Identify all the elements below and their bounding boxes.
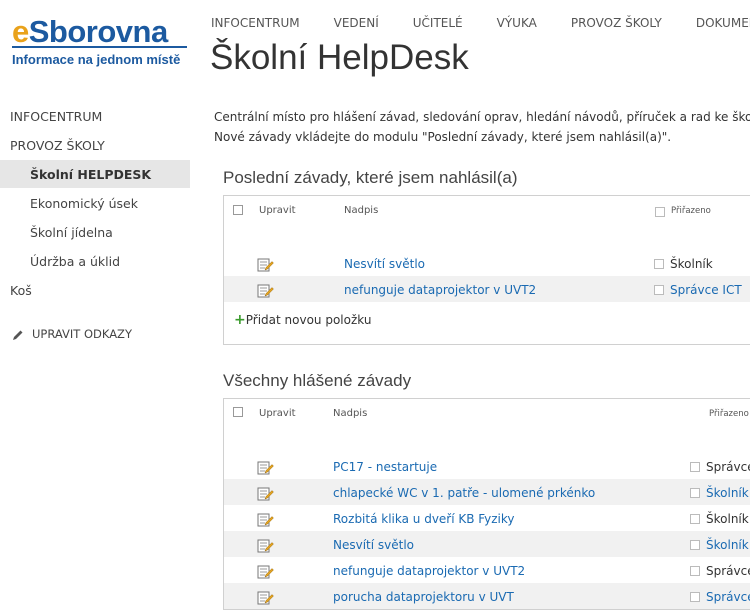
my-issues-title[interactable]: Poslední závady, které jsem nahlásil(a) [223, 168, 518, 188]
row-checkbox[interactable] [690, 540, 700, 550]
row-checkbox[interactable] [690, 566, 700, 576]
page-title: Školní HelpDesk [210, 38, 469, 77]
assigned-value-link[interactable]: Správce [706, 589, 750, 605]
row-checkbox[interactable] [654, 259, 664, 269]
issue-title-link[interactable]: Nesvítí světlo [333, 537, 414, 553]
assigned-value: Školník [670, 257, 713, 271]
add-item-button[interactable]: +Přidat novou položku [234, 309, 371, 328]
edit-item-icon[interactable] [257, 590, 274, 605]
assigned-header-checkbox[interactable] [655, 207, 665, 217]
assigned-value: Správce [706, 564, 750, 578]
all-issues-title[interactable]: Všechny hlášené závady [223, 371, 411, 391]
topnav-vedeni[interactable]: VEDENÍ [334, 15, 379, 31]
leftnav-item-udrzba[interactable]: Údržba a úklid [30, 254, 120, 270]
leftnav-item-helpdesk[interactable]: Školní HELPDESK [30, 167, 151, 183]
leftnav-item-ekonomicky-usek[interactable]: Ekonomický úsek [30, 196, 138, 212]
logo-text: Sborovna [28, 14, 168, 49]
description-line-2: Nové závady vkládejte do modulu "Posledn… [214, 130, 672, 144]
row-checkbox[interactable] [690, 462, 700, 472]
edit-item-icon[interactable] [257, 283, 274, 298]
column-header-assigned[interactable]: Přiřazeno [709, 409, 749, 419]
leftnav-item-kos[interactable]: Koš [10, 283, 32, 299]
row-checkbox[interactable] [690, 592, 700, 602]
assigned-value-link[interactable]: Správce ICT [670, 282, 742, 298]
topnav-ucitele[interactable]: UČITELÉ [413, 15, 463, 31]
issue-title-link[interactable]: Rozbitá klika u dveří KB Fyziky [333, 511, 514, 527]
logo-tagline: Informace na jednom místě [12, 52, 181, 67]
edit-item-icon[interactable] [257, 486, 274, 501]
select-all-checkbox[interactable] [233, 407, 243, 417]
plus-icon: + [234, 312, 246, 328]
description-line-1: Centrální místo pro hlášení závad, sledo… [214, 110, 750, 124]
issue-title-link[interactable]: nefunguje dataprojektor v UVT2 [333, 563, 525, 579]
edit-links-button[interactable]: UPRAVIT ODKAZY [32, 326, 132, 342]
row-checkbox[interactable] [690, 514, 700, 524]
leftnav-item-infocentrum[interactable]: INFOCENTRUM [10, 109, 102, 125]
edit-item-icon[interactable] [257, 257, 274, 272]
site-logo[interactable]: eSborovna [12, 14, 168, 50]
assigned-value: Školník [706, 512, 749, 526]
assigned-value-link[interactable]: Školník [706, 537, 749, 553]
issue-title-link[interactable]: chlapecké WC v 1. patře - ulomené prkénk… [333, 485, 595, 501]
logo-e: e [12, 14, 29, 49]
table-row-alt-bg [224, 531, 750, 557]
issue-title-link[interactable]: Nesvítí světlo [344, 256, 425, 272]
edit-item-icon[interactable] [257, 460, 274, 475]
select-all-checkbox[interactable] [233, 205, 243, 215]
leftnav-item-provoz-skoly[interactable]: PROVOZ ŠKOLY [10, 138, 105, 154]
column-header-assigned[interactable]: Přiřazeno [671, 206, 711, 216]
add-item-label: Přidat novou položku [245, 313, 372, 327]
edit-item-icon[interactable] [257, 564, 274, 579]
row-checkbox[interactable] [690, 488, 700, 498]
column-header-edit[interactable]: Upravit [259, 205, 296, 216]
assigned-value-link[interactable]: Školník [706, 485, 749, 501]
topnav-provoz-skoly[interactable]: PROVOZ ŠKOLY [571, 15, 662, 31]
issue-title-link[interactable]: PC17 - nestartuje [333, 459, 437, 475]
edit-item-icon[interactable] [257, 512, 274, 527]
logo-underline [12, 46, 187, 48]
column-header-title[interactable]: Nadpis [344, 205, 378, 216]
topnav-dokumenty[interactable]: DOKUMENTY [696, 15, 750, 31]
edit-item-icon[interactable] [257, 538, 274, 553]
column-header-title[interactable]: Nadpis [333, 408, 367, 419]
column-header-edit[interactable]: Upravit [259, 408, 296, 419]
top-navigation: INFOCENTRUM VEDENÍ UČITELÉ VÝUKA PROVOZ … [211, 15, 750, 31]
leftnav-item-skolni-jidelna[interactable]: Školní jídelna [30, 225, 113, 241]
topnav-infocentrum[interactable]: INFOCENTRUM [211, 15, 300, 31]
row-checkbox[interactable] [654, 285, 664, 295]
issue-title-link[interactable]: porucha dataprojektoru v UVT [333, 589, 514, 605]
topnav-vyuka[interactable]: VÝUKA [497, 15, 537, 31]
pencil-icon [12, 326, 24, 345]
issue-title-link[interactable]: nefunguje dataprojektor v UVT2 [344, 282, 536, 298]
assigned-value: Správce [706, 460, 750, 474]
